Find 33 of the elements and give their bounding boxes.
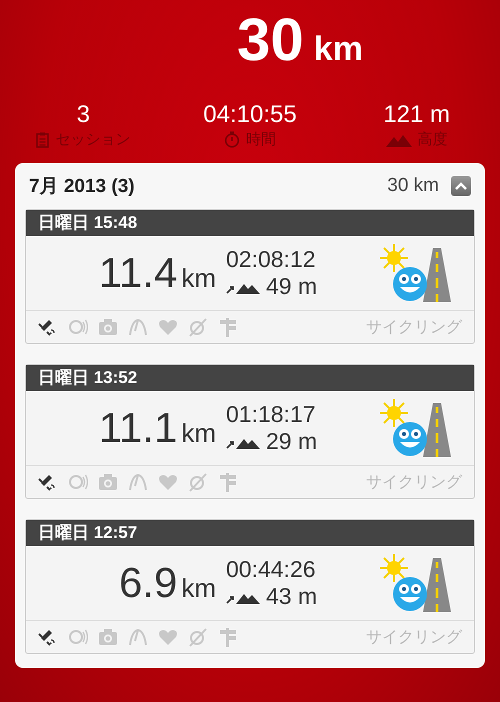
- distance-unit: km: [181, 573, 216, 604]
- session-ascent: 43 m: [266, 583, 318, 610]
- session-duration: 00:44:26: [226, 556, 316, 583]
- session-header: 日曜日 12:57: [26, 520, 474, 546]
- sport-label: サイクリング: [366, 318, 462, 338]
- distance-unit: km: [181, 418, 216, 449]
- session-distance: 11.1: [98, 404, 178, 452]
- mountain-icon: [386, 132, 412, 146]
- stat-value: 3: [76, 102, 90, 128]
- session-ascent: 29 m: [266, 428, 318, 455]
- stopwatch-icon: [224, 131, 240, 148]
- stat-label: 高度: [418, 130, 448, 149]
- session-duration: 01:18:17: [226, 401, 316, 428]
- month-title: 7月 2013 (3): [29, 175, 136, 199]
- sport-label: サイクリング: [366, 628, 462, 648]
- session-distance: 6.9: [118, 559, 178, 607]
- sport-label: サイクリング: [366, 472, 462, 492]
- stat-value: 121 m: [383, 102, 450, 128]
- distance-unit: km: [314, 30, 363, 69]
- chevron-up-icon: [455, 182, 467, 190]
- session-header: 日曜日 15:48: [26, 210, 474, 236]
- collapse-button[interactable]: [451, 176, 471, 196]
- stat-label: セッション: [55, 130, 130, 149]
- clipboard-icon: [36, 132, 50, 148]
- month-distance: 30 km: [387, 175, 439, 197]
- session-duration: 02:08:12: [226, 246, 316, 273]
- session-header: 日曜日 13:52: [26, 365, 474, 391]
- session-ascent: 49 m: [266, 273, 318, 300]
- distance-unit: km: [181, 263, 216, 294]
- stat-value: 04:10:55: [203, 102, 297, 128]
- session-distance: 11.4: [98, 249, 178, 297]
- stat-label: 時間: [246, 130, 276, 149]
- total-distance: 30: [237, 8, 304, 72]
